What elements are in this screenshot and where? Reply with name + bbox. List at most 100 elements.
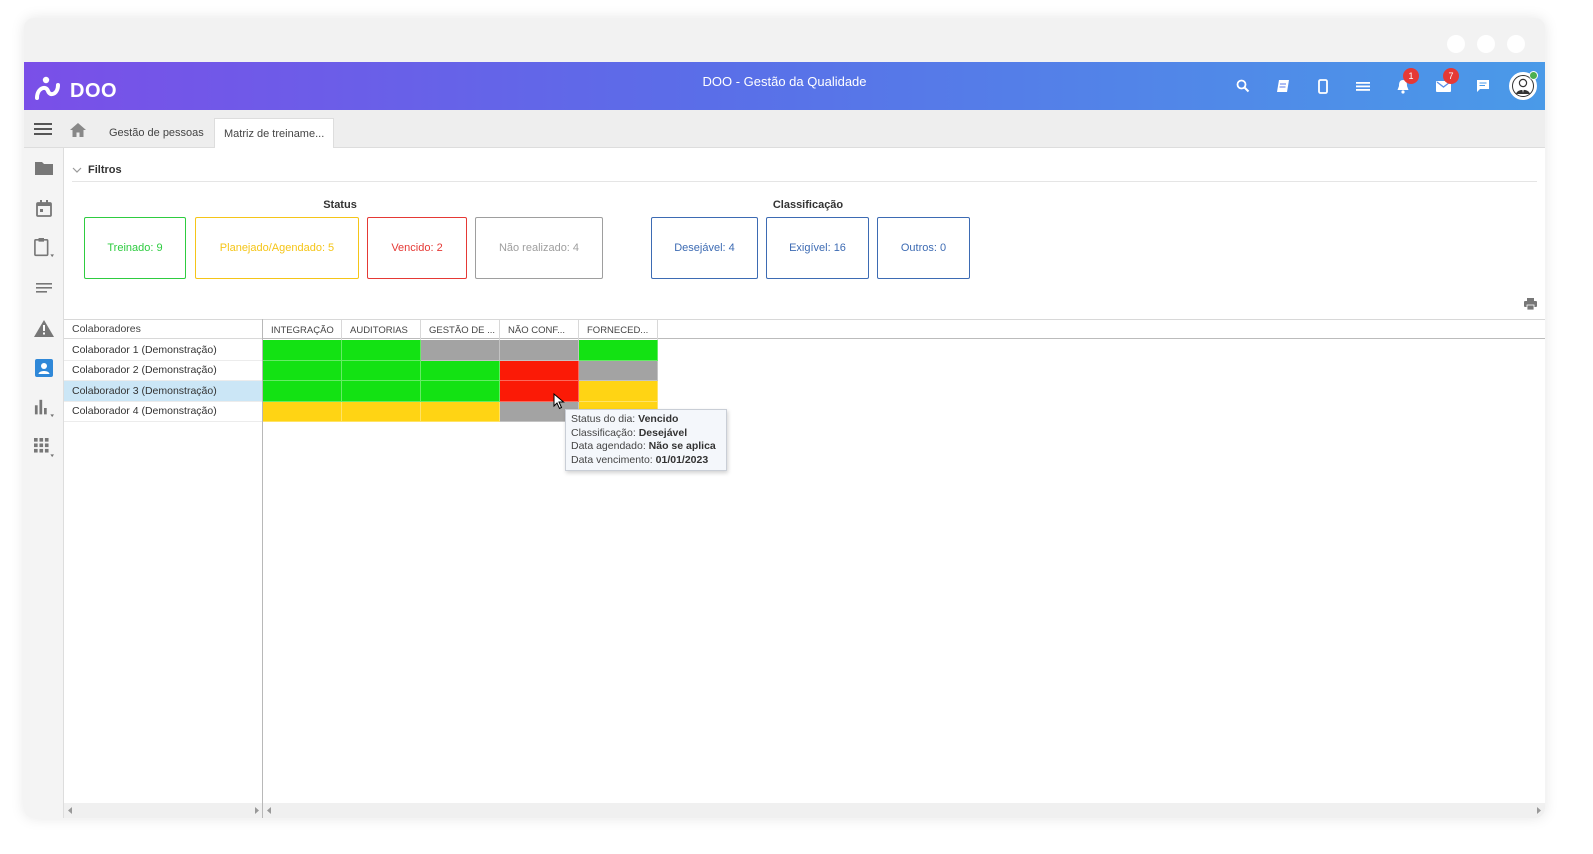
menu-button[interactable]	[34, 122, 52, 139]
book-icon	[1277, 80, 1289, 92]
messages-button[interactable]: 7	[1423, 68, 1463, 100]
print-button[interactable]	[1524, 298, 1537, 313]
online-status-dot	[1529, 71, 1538, 80]
matrix-cell-treinado[interactable]	[421, 381, 500, 402]
status-filter-box[interactable]: Não realizado: 4	[475, 217, 603, 279]
matrix-cell-treinado[interactable]	[263, 340, 342, 361]
window-dot[interactable]	[1447, 35, 1465, 53]
tab-bar: Gestão de pessoas Matriz de treiname...	[24, 110, 1545, 148]
notes-icon	[36, 283, 52, 293]
matrix-cell-planejado[interactable]	[421, 401, 500, 422]
sidebar-item-people[interactable]	[34, 358, 54, 378]
status-filter-box[interactable]: Treinado: 9	[84, 217, 186, 279]
matrix-cell-treinado[interactable]	[579, 340, 658, 361]
matrix-cell-vencido[interactable]	[500, 381, 579, 402]
messages-badge: 7	[1443, 68, 1459, 84]
tab-gestao-de-pessoas[interactable]: Gestão de pessoas	[100, 118, 213, 148]
sidebar-item-tasks[interactable]	[34, 238, 54, 258]
chat-icon	[1477, 80, 1489, 92]
list-button[interactable]	[1343, 72, 1383, 100]
scroll-right-icon[interactable]	[1536, 807, 1541, 814]
matrix-cell-treinado[interactable]	[342, 360, 421, 381]
sidebar-item-apps[interactable]	[34, 438, 54, 458]
book-button[interactable]	[1263, 72, 1303, 100]
top-toolbar: 1 7	[1223, 68, 1538, 100]
horizontal-scrollbar[interactable]	[64, 803, 1545, 818]
hamburger-icon	[34, 123, 52, 135]
matrix-column-header[interactable]: AUDITORIAS	[342, 320, 421, 340]
tooltip-status-label: Status do dia:	[571, 413, 636, 425]
matrix-cell-planejado[interactable]	[579, 381, 658, 402]
search-button[interactable]	[1223, 72, 1263, 100]
contact-card-icon	[35, 359, 53, 377]
mobile-icon	[1318, 78, 1328, 94]
matrix-cell-treinado[interactable]	[342, 340, 421, 361]
sidebar-item-calendar[interactable]	[34, 198, 54, 218]
window-controls	[1447, 35, 1525, 53]
classification-filter-box[interactable]: Desejável: 4	[651, 217, 758, 279]
warning-icon	[34, 319, 54, 337]
employees-column-header[interactable]: Colaboradores	[64, 319, 263, 339]
bar-chart-icon	[34, 399, 54, 418]
status-filter-box[interactable]: Planejado/Agendado: 5	[195, 217, 359, 279]
mouse-pointer-icon	[553, 393, 565, 410]
list-icon	[1356, 82, 1370, 91]
home-button[interactable]	[70, 123, 86, 140]
chat-button[interactable]	[1463, 72, 1503, 100]
cell-tooltip: Status do dia: Vencido Classificação: De…	[565, 409, 727, 471]
print-icon	[1524, 298, 1537, 311]
classification-group-label: Classificação	[772, 199, 844, 211]
employee-row[interactable]: Colaborador 3 (Demonstração)	[64, 381, 263, 402]
matrix-column-header[interactable]: INTEGRAÇÃO	[263, 320, 342, 340]
matrix-cell-treinado[interactable]	[421, 360, 500, 381]
tab-matriz-de-treinamento[interactable]: Matriz de treiname...	[214, 118, 335, 148]
employee-row[interactable]: Colaborador 4 (Demonstração)	[64, 402, 263, 422]
clipboard-icon	[34, 238, 54, 258]
notifications-button[interactable]: 1	[1383, 68, 1423, 100]
matrix-cell-planejado[interactable]	[342, 401, 421, 422]
calendar-icon	[36, 199, 52, 217]
matrix-column-header[interactable]: NÃO CONF...	[500, 320, 579, 340]
divider	[72, 181, 1537, 182]
scroll-left-icon[interactable]	[68, 807, 73, 814]
scroll-left-icon[interactable]	[267, 807, 272, 814]
user-avatar[interactable]	[1509, 71, 1538, 100]
pane-splitter[interactable]	[262, 319, 263, 817]
main-content: Filtros Status Classificação Treinado: 9…	[64, 148, 1545, 818]
tooltip-class-value: Desejável	[638, 426, 688, 439]
matrix-cell-planejado[interactable]	[263, 401, 342, 422]
folder-icon	[35, 162, 53, 175]
employee-row[interactable]: Colaborador 2 (Demonstração)	[64, 361, 263, 381]
status-group-label: Status	[323, 199, 357, 211]
classification-filter-box[interactable]: Exigível: 16	[766, 217, 869, 279]
classification-filter-box[interactable]: Outros: 0	[877, 217, 970, 279]
employee-row[interactable]: Colaborador 1 (Demonstração)	[64, 340, 263, 361]
app-header: DOO DOO - Gestão da Qualidade 1 7	[24, 62, 1545, 110]
matrix-cell-nao-realizado[interactable]	[500, 340, 579, 361]
matrix-cell-nao-realizado[interactable]	[579, 360, 658, 381]
apps-grid-icon	[34, 438, 54, 458]
mobile-button[interactable]	[1303, 72, 1343, 100]
matrix-cell-treinado[interactable]	[263, 360, 342, 381]
sidebar-item-reports[interactable]	[34, 398, 54, 418]
window-dot[interactable]	[1507, 35, 1525, 53]
matrix-cell-nao-realizado[interactable]	[421, 340, 500, 361]
filters-toggle[interactable]: Filtros	[72, 164, 122, 176]
sidebar	[24, 148, 64, 818]
status-filter-box[interactable]: Vencido: 2	[367, 217, 467, 279]
tooltip-due-value: 01/01/2023	[655, 453, 709, 466]
scroll-right-icon[interactable]	[254, 807, 259, 814]
sidebar-item-records[interactable]	[34, 278, 54, 298]
matrix-cell-treinado[interactable]	[263, 381, 342, 402]
matrix-cell-treinado[interactable]	[342, 381, 421, 402]
tooltip-scheduled-value: Não se aplica	[648, 440, 716, 452]
tooltip-due-label: Data vencimento:	[571, 453, 653, 466]
chevron-down-icon	[72, 167, 82, 173]
sidebar-item-documents[interactable]	[34, 158, 54, 178]
matrix-column-header[interactable]: GESTÃO DE ...	[421, 320, 500, 340]
window-dot[interactable]	[1477, 35, 1495, 53]
matrix-cell-vencido[interactable]	[500, 360, 579, 381]
sidebar-item-occurrences[interactable]	[34, 318, 54, 338]
home-icon	[70, 123, 86, 137]
matrix-column-header[interactable]: FORNECED...	[579, 320, 658, 340]
